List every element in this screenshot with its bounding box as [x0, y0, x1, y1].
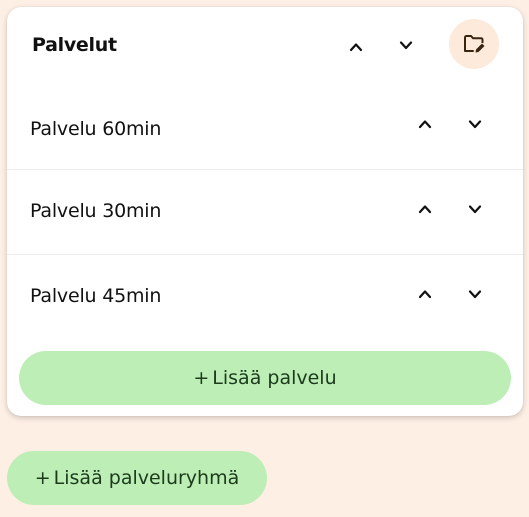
service-move-down-button[interactable]: [461, 195, 489, 223]
add-service-label: Lisää palvelu: [212, 367, 337, 389]
chevron-down-icon: [468, 290, 482, 299]
service-name: Palvelu 60min: [30, 118, 162, 140]
group-move-up-button[interactable]: [342, 33, 370, 61]
group-title: Palvelut: [32, 34, 117, 56]
folder-edit-icon: [464, 35, 485, 53]
chevron-down-icon: [468, 205, 482, 214]
service-row[interactable]: Palvelu 60min: [7, 91, 523, 176]
chevron-down-icon: [468, 120, 482, 129]
service-move-down-button[interactable]: [461, 110, 489, 138]
chevron-up-icon: [418, 290, 432, 299]
chevron-up-icon: [349, 43, 363, 52]
plus-icon: +: [34, 467, 51, 489]
service-move-up-button[interactable]: [411, 195, 439, 223]
add-service-button[interactable]: + Lisää palvelu: [19, 351, 511, 405]
service-move-up-button[interactable]: [411, 280, 439, 308]
service-row[interactable]: Palvelu 30min: [7, 169, 523, 254]
chevron-up-icon: [418, 120, 432, 129]
service-group-card: Palvelut Palvelu 60min Palvelu 30min Pal…: [7, 7, 523, 416]
service-move-down-button[interactable]: [461, 280, 489, 308]
group-header: Palvelut: [7, 7, 523, 91]
edit-group-button[interactable]: [449, 19, 499, 69]
chevron-down-icon: [399, 41, 413, 50]
add-service-group-label: Lisää palveluryhmä: [53, 467, 240, 489]
service-name: Palvelu 30min: [30, 200, 162, 222]
service-row[interactable]: Palvelu 45min: [7, 254, 523, 339]
plus-icon: +: [193, 367, 210, 389]
group-move-down-button[interactable]: [392, 31, 420, 59]
chevron-up-icon: [418, 205, 432, 214]
add-service-group-button[interactable]: + Lisää palveluryhmä: [7, 451, 267, 505]
service-name: Palvelu 45min: [30, 285, 162, 307]
service-move-up-button[interactable]: [411, 110, 439, 138]
